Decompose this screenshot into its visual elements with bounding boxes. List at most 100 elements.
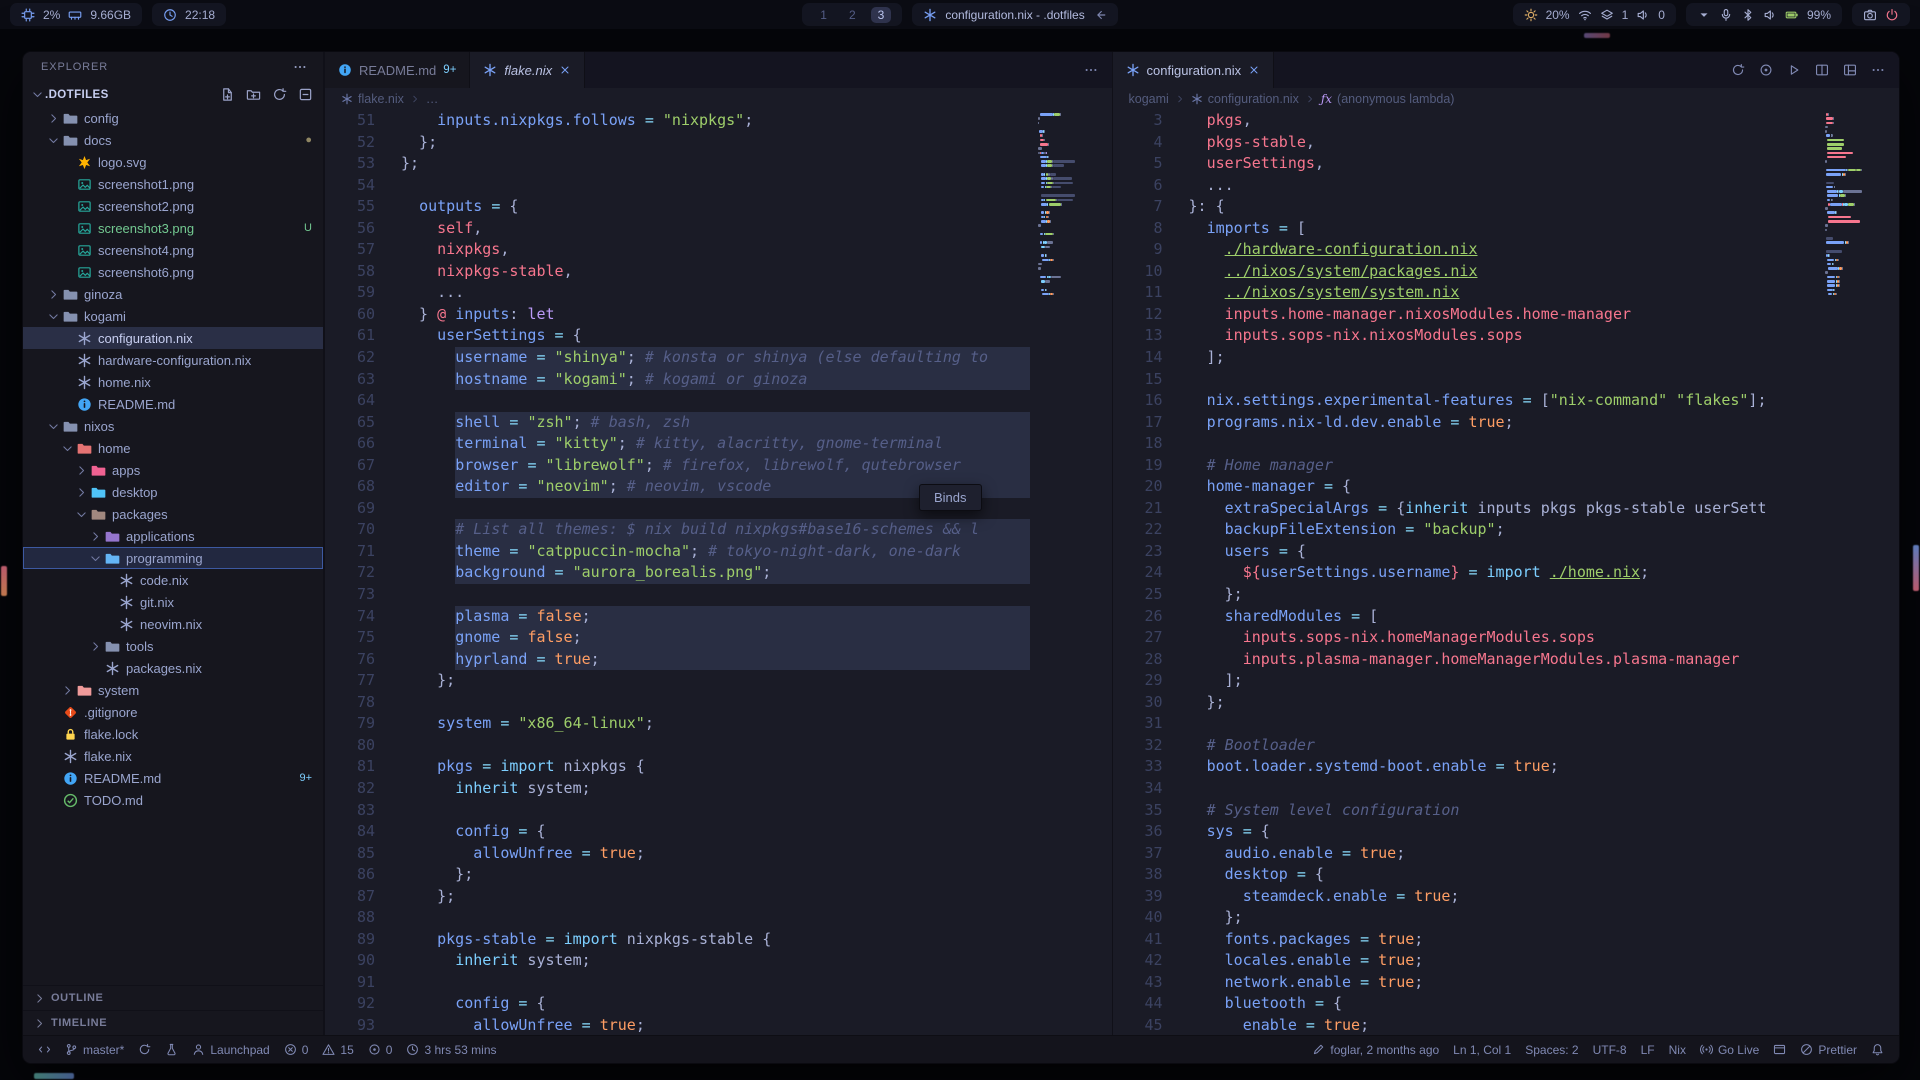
code-line-74[interactable]: 74 plasma = false;: [325, 606, 1032, 628]
code-line-10[interactable]: 10 ../nixos/system/packages.nix: [1113, 261, 1820, 283]
tree-item-docs[interactable]: docs●: [23, 129, 323, 151]
tab-flake-nix[interactable]: flake.nix: [470, 52, 585, 88]
minimap[interactable]: [1032, 110, 1112, 1035]
go-live[interactable]: Go Live: [1693, 1036, 1766, 1063]
encoding[interactable]: UTF-8: [1586, 1036, 1634, 1063]
tree-item-system[interactable]: system: [23, 679, 323, 701]
launchpad[interactable]: Launchpad: [185, 1036, 276, 1063]
code-line-34[interactable]: 34: [1113, 778, 1820, 800]
code-editor[interactable]: 51 inputs.nixpkgs.follows = "nixpkgs";52…: [325, 110, 1032, 1035]
new-folder-button[interactable]: [246, 87, 261, 102]
code-line-41[interactable]: 41 fonts.packages = true;: [1113, 929, 1820, 951]
code-line-39[interactable]: 39 steamdeck.enable = true;: [1113, 886, 1820, 908]
close-icon[interactable]: [559, 64, 571, 76]
minimap[interactable]: [1819, 110, 1899, 1035]
code-line-11[interactable]: 11 ../nixos/system/system.nix: [1113, 282, 1820, 304]
tree-item-packages-nix[interactable]: packages.nix: [23, 657, 323, 679]
code-line-37[interactable]: 37 audio.enable = true;: [1113, 843, 1820, 865]
code-line-93[interactable]: 93 allowUnfree = true;: [325, 1015, 1032, 1035]
chevron-down-icon[interactable]: [45, 310, 61, 323]
chevron-down-icon[interactable]: [45, 134, 61, 147]
code-line-3[interactable]: 3 pkgs,: [1113, 110, 1820, 132]
code-line-23[interactable]: 23 users = {: [1113, 541, 1820, 563]
code-line-54[interactable]: 54: [325, 175, 1032, 197]
tree-item-readme-md[interactable]: README.md9+: [23, 767, 323, 789]
tree-item-applications[interactable]: applications: [23, 525, 323, 547]
code-line-38[interactable]: 38 desktop = {: [1113, 864, 1820, 886]
chevron-right-icon[interactable]: [87, 530, 103, 543]
tree-item-packages[interactable]: packages: [23, 503, 323, 525]
code-line-28[interactable]: 28 inputs.plasma-manager.homeManagerModu…: [1113, 649, 1820, 671]
code-line-91[interactable]: 91: [325, 972, 1032, 994]
code-line-13[interactable]: 13 inputs.sops-nix.nixosModules.sops: [1113, 325, 1820, 347]
code-line-57[interactable]: 57 nixpkgs,: [325, 239, 1032, 261]
chevron-down-icon[interactable]: [59, 442, 75, 455]
ports[interactable]: 0: [361, 1036, 400, 1063]
tree-item-kogami[interactable]: kogami: [23, 305, 323, 327]
code-line-20[interactable]: 20 home-manager = {: [1113, 476, 1820, 498]
tree-item-code-nix[interactable]: code.nix: [23, 569, 323, 591]
code-line-82[interactable]: 82 inherit system;: [325, 778, 1032, 800]
tree-item-screenshot6-png[interactable]: screenshot6.png: [23, 261, 323, 283]
code-line-24[interactable]: 24 ${userSettings.username} = import ./h…: [1113, 562, 1820, 584]
code-line-21[interactable]: 21 extraSpecialArgs = {inherit inputs pk…: [1113, 498, 1820, 520]
workspace-1[interactable]: 1: [813, 7, 834, 23]
chevron-right-icon[interactable]: [45, 288, 61, 301]
more-actions-button[interactable]: [1871, 63, 1885, 77]
chevron-down-icon[interactable]: [73, 508, 89, 521]
code-line-78[interactable]: 78: [325, 692, 1032, 714]
tree-item-apps[interactable]: apps: [23, 459, 323, 481]
tab-readme-md[interactable]: README.md9+: [325, 52, 470, 88]
chevron-right-icon[interactable]: [59, 684, 75, 697]
code-line-26[interactable]: 26 sharedModules = [: [1113, 606, 1820, 628]
code-line-9[interactable]: 9 ./hardware-configuration.nix: [1113, 239, 1820, 261]
tree-item-todo-md[interactable]: TODO.md: [23, 789, 323, 811]
code-line-31[interactable]: 31: [1113, 713, 1820, 735]
code-line-61[interactable]: 61 userSettings = {: [325, 325, 1032, 347]
code-line-66[interactable]: 66 terminal = "kitty"; # kitty, alacritt…: [325, 433, 1032, 455]
breadcrumb-item-[interactable]: …: [426, 92, 439, 106]
code-line-16[interactable]: 16 nix.settings.experimental-features = …: [1113, 390, 1820, 412]
code-line-18[interactable]: 18: [1113, 433, 1820, 455]
chevron-right-icon[interactable]: [73, 464, 89, 477]
tree-item-git-nix[interactable]: git.nix: [23, 591, 323, 613]
code-line-52[interactable]: 52 };: [325, 132, 1032, 154]
code-line-64[interactable]: 64: [325, 390, 1032, 412]
code-line-22[interactable]: 22 backupFileExtension = "backup";: [1113, 519, 1820, 541]
synchronize-button[interactable]: [1731, 63, 1745, 77]
eol[interactable]: LF: [1634, 1036, 1662, 1063]
git-sync[interactable]: [131, 1036, 158, 1063]
indentation[interactable]: Spaces: 2: [1518, 1036, 1585, 1063]
workspace-switcher[interactable]: 123: [802, 3, 902, 26]
breadcrumb-item-anonymous-lambda[interactable]: ƒx(anonymous lambda): [1321, 92, 1455, 106]
code-line-70[interactable]: 70 # List all themes: $ nix build nixpkg…: [325, 519, 1032, 541]
code-line-53[interactable]: 53};: [325, 153, 1032, 175]
code-line-35[interactable]: 35 # System level configuration: [1113, 800, 1820, 822]
tree-item-neovim-nix[interactable]: neovim.nix: [23, 613, 323, 635]
language-mode[interactable]: Nix: [1662, 1036, 1693, 1063]
wakatime[interactable]: 3 hrs 53 mins: [399, 1036, 503, 1063]
code-line-81[interactable]: 81 pkgs = import nixpkgs {: [325, 756, 1032, 778]
code-line-36[interactable]: 36 sys = {: [1113, 821, 1820, 843]
problems-warnings[interactable]: 15: [315, 1036, 360, 1063]
browser-preview[interactable]: [1766, 1036, 1793, 1063]
tree-item-gitignore[interactable]: .gitignore: [23, 701, 323, 723]
chevron-down-icon[interactable]: [45, 420, 61, 433]
code-line-27[interactable]: 27 inputs.sops-nix.homeManagerModules.so…: [1113, 627, 1820, 649]
code-line-40[interactable]: 40 };: [1113, 907, 1820, 929]
experiments[interactable]: [158, 1036, 185, 1063]
tree-item-screenshot1-png[interactable]: screenshot1.png: [23, 173, 323, 195]
more-actions-icon[interactable]: [293, 60, 307, 74]
code-line-79[interactable]: 79 system = "x86_64-linux";: [325, 713, 1032, 735]
code-line-58[interactable]: 58 nixpkgs-stable,: [325, 261, 1032, 283]
chevron-right-icon[interactable]: [31, 992, 47, 1005]
breadcrumb-item-configuration-nix[interactable]: configuration.nix: [1191, 92, 1299, 106]
git-branch[interactable]: master*: [58, 1036, 131, 1063]
tree-item-programming[interactable]: programming: [23, 547, 323, 569]
notifications[interactable]: [1864, 1036, 1891, 1063]
code-line-4[interactable]: 4 pkgs-stable,: [1113, 132, 1820, 154]
code-line-29[interactable]: 29 ];: [1113, 670, 1820, 692]
close-icon[interactable]: [1248, 64, 1260, 76]
breadcrumb-item-flake-nix[interactable]: flake.nix: [341, 92, 404, 106]
code-line-83[interactable]: 83: [325, 800, 1032, 822]
